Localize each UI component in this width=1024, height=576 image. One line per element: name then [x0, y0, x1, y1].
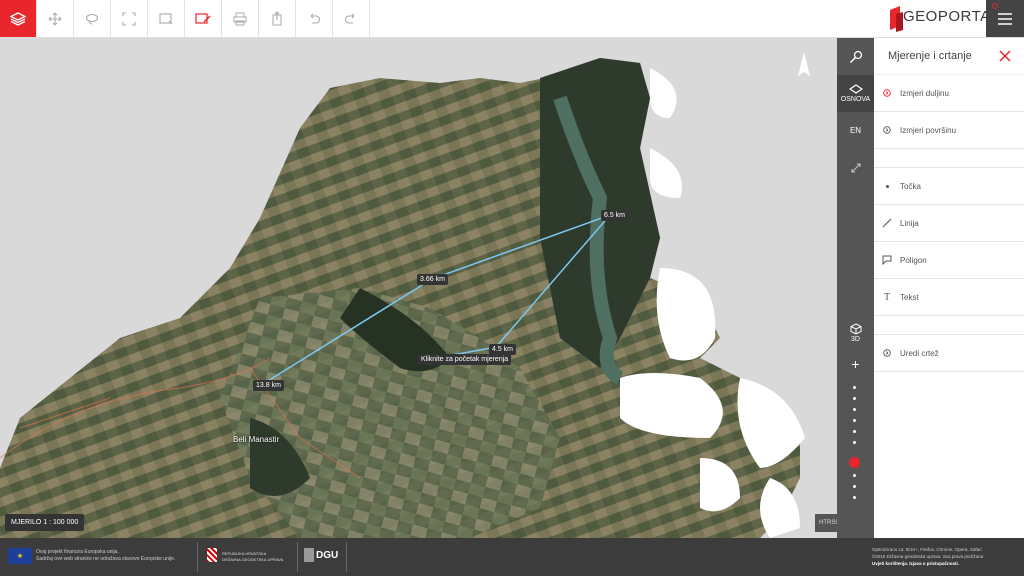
footer-divider — [346, 542, 347, 572]
eu-flag: ★ — [8, 548, 32, 564]
draw-line-item[interactable]: Linija — [874, 205, 1024, 242]
footer: ★ Ovaj projekt financira Europska unija.… — [0, 538, 1024, 576]
town-label: Beli Manastir — [233, 435, 280, 444]
print-icon — [233, 12, 247, 25]
draw-text-label: Tekst — [900, 292, 919, 302]
map-canvas[interactable]: 6.5 km 3.66 km 4.5 km Kliknite za početa… — [0, 38, 837, 538]
layers-button[interactable] — [0, 0, 37, 37]
eu-notice: Ovaj projekt financira Europska unija. S… — [36, 549, 175, 563]
map-scale[interactable]: MJERILO 1 : 100 000 — [5, 514, 85, 531]
undo-icon — [310, 13, 321, 24]
draw-text-item[interactable]: T Tekst — [874, 279, 1024, 316]
distance-label: 13.8 km — [253, 380, 284, 391]
undo-button[interactable] — [296, 0, 333, 37]
edit-drawing-item[interactable]: Uredi crtež — [874, 335, 1024, 372]
distance-label: 6.5 km — [601, 210, 629, 221]
line-icon — [882, 218, 892, 228]
measure-area-label: Izmjeri površinu — [900, 125, 957, 135]
distance-label: 3.66 km — [417, 274, 448, 285]
point-icon — [885, 184, 889, 188]
measure-length-label: Izmjeri duljinu — [900, 88, 949, 98]
chevron-circle-icon — [883, 126, 891, 134]
dgu-institution: REPUBLIKA HRVATSKA DRŽAVNA GEODETSKA UPR… — [222, 551, 283, 563]
share-icon — [272, 10, 282, 25]
select-rect-button[interactable] — [148, 0, 185, 37]
measure-area-item[interactable]: Izmjeri površinu — [874, 112, 1024, 149]
eu-notice-line: Sadržaj ove web stranice ne odražava sta… — [36, 556, 176, 562]
3d-button[interactable]: 3D — [837, 318, 874, 348]
text-icon: T — [883, 291, 891, 303]
panel-title: Mjerenje i crtanje — [888, 50, 972, 62]
measure-draw-icon — [195, 12, 211, 24]
polygon-icon — [882, 255, 892, 265]
satellite-imagery — [0, 38, 837, 538]
croatia-coat-of-arms — [207, 548, 217, 562]
collapse-button[interactable] — [837, 149, 874, 186]
collapse-icon — [851, 163, 860, 172]
draw-point-item[interactable]: Točka — [874, 168, 1024, 205]
hamburger-icon — [998, 12, 1012, 25]
lasso-icon — [85, 13, 99, 25]
fullscreen-icon — [122, 11, 136, 26]
zoom-slider[interactable] — [849, 386, 860, 502]
dgu-mark — [304, 548, 314, 562]
pan-button[interactable] — [37, 0, 74, 37]
footer-legal-line: Optimizirano za: IE10+, Firefox, Chrome,… — [872, 547, 982, 552]
measure-length-item[interactable]: Izmjeri duljinu — [874, 75, 1024, 112]
basemap-button[interactable]: OSNOVA — [837, 75, 874, 112]
chevron-circle-icon — [883, 89, 891, 97]
edit-drawing-label: Uredi crtež — [900, 348, 939, 358]
fullscreen-button[interactable] — [111, 0, 148, 37]
footer-legal-line: ©2015 Državna geodetska uprava. Sva prav… — [872, 554, 984, 559]
panel-divider — [874, 149, 1024, 168]
footer-legal: Optimizirano za: IE10+, Firefox, Chrome,… — [872, 546, 983, 567]
measure-draw-panel: Mjerenje i crtanje Izmjeri duljinu Izmje… — [874, 38, 1024, 538]
eu-notice-line: Ovaj projekt financira Europska unija. — [36, 549, 119, 555]
draw-polygon-label: Poligon — [900, 255, 927, 265]
lasso-button[interactable] — [74, 0, 111, 37]
share-button[interactable] — [259, 0, 296, 37]
draw-line-label: Linija — [900, 218, 919, 228]
draw-point-label: Točka — [900, 181, 921, 191]
key-search-icon — [849, 50, 862, 63]
logo-text: GEOPORTAL — [903, 8, 1000, 25]
zoom-in-button[interactable]: + — [837, 354, 874, 374]
3d-label: 3D — [851, 336, 860, 343]
zoom-slider-handle[interactable] — [849, 457, 860, 468]
panel-divider — [874, 316, 1024, 335]
notification-dot — [992, 3, 998, 9]
measure-draw-button[interactable] — [185, 0, 222, 37]
footer-divider — [197, 542, 198, 572]
institution-line: DRŽAVNA GEODETSKA UPRAVA — [222, 557, 284, 562]
layers-icon — [10, 11, 26, 26]
footer-divider — [297, 542, 298, 572]
map-tool-column: OSNOVA EN 3D + — [837, 38, 874, 538]
dgu-logo[interactable]: DGU — [304, 548, 338, 562]
search-tool-button[interactable] — [837, 38, 874, 75]
basemap-label: OSNOVA — [840, 96, 871, 103]
measure-hint-label: Kliknite za početak mjerenja — [418, 354, 512, 365]
footer-legal-links[interactable]: Uvjeti korištenja. Izjava o pristupačnos… — [872, 560, 983, 567]
basemap-icon — [848, 84, 863, 94]
redo-button[interactable] — [333, 0, 370, 37]
cube-icon — [850, 323, 861, 335]
main-menu-button[interactable] — [986, 0, 1024, 37]
redo-icon — [344, 13, 355, 24]
panel-header: Mjerenje i crtanje — [874, 38, 1024, 75]
language-label: EN — [849, 126, 862, 135]
zoom-in-label: + — [851, 356, 860, 372]
top-toolbar: GEOPORTAL — [0, 0, 1024, 38]
language-button[interactable]: EN — [837, 112, 874, 149]
print-button[interactable] — [222, 0, 259, 37]
pan-icon — [48, 12, 62, 25]
draw-polygon-item[interactable]: Poligon — [874, 242, 1024, 279]
chevron-circle-icon — [883, 349, 891, 357]
select-rect-icon — [159, 12, 173, 24]
dgu-text: DGU — [316, 549, 339, 561]
close-icon[interactable] — [998, 49, 1012, 63]
